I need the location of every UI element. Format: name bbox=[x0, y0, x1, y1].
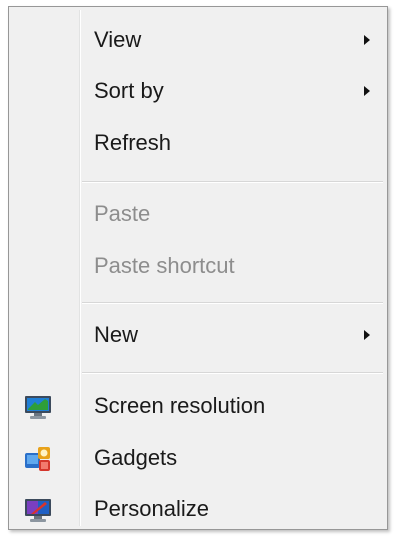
menu-separator bbox=[82, 302, 383, 304]
menu-item-sort-by[interactable]: Sort by bbox=[12, 67, 384, 115]
menu-item-new[interactable]: New bbox=[12, 311, 384, 359]
submenu-arrow-icon bbox=[364, 86, 370, 96]
menu-item-label: Refresh bbox=[94, 130, 172, 155]
submenu-arrow-icon bbox=[364, 330, 370, 340]
menu-item-label: View bbox=[94, 27, 142, 52]
menu-separator bbox=[82, 372, 383, 374]
menu-item-paste-shortcut: Paste shortcut bbox=[12, 242, 384, 290]
menu-item-gadgets[interactable]: Gadgets bbox=[12, 434, 384, 482]
menu-item-label: Gadgets bbox=[94, 445, 178, 470]
menu-item-paste: Paste bbox=[12, 190, 384, 238]
menu-item-label: New bbox=[94, 322, 139, 347]
gadgets-icon bbox=[23, 444, 53, 474]
menu-item-label: Sort by bbox=[94, 78, 164, 103]
screen-resolution-icon bbox=[23, 392, 53, 422]
menu-item-label: Paste shortcut bbox=[94, 253, 235, 278]
menu-item-label: Personalize bbox=[94, 496, 209, 521]
desktop-context-menu: View Sort by Refresh Paste Paste shortcu… bbox=[8, 6, 388, 530]
menu-item-label: Screen resolution bbox=[94, 393, 266, 418]
personalize-icon bbox=[23, 495, 53, 525]
menu-separator bbox=[82, 181, 383, 183]
menu-item-label: Paste bbox=[94, 201, 151, 226]
submenu-arrow-icon bbox=[364, 35, 370, 45]
menu-item-view[interactable]: View bbox=[12, 16, 384, 64]
menu-item-personalize[interactable]: Personalize bbox=[12, 485, 384, 533]
menu-item-screen-resolution[interactable]: Screen resolution bbox=[12, 382, 384, 430]
menu-item-refresh[interactable]: Refresh bbox=[12, 119, 384, 167]
